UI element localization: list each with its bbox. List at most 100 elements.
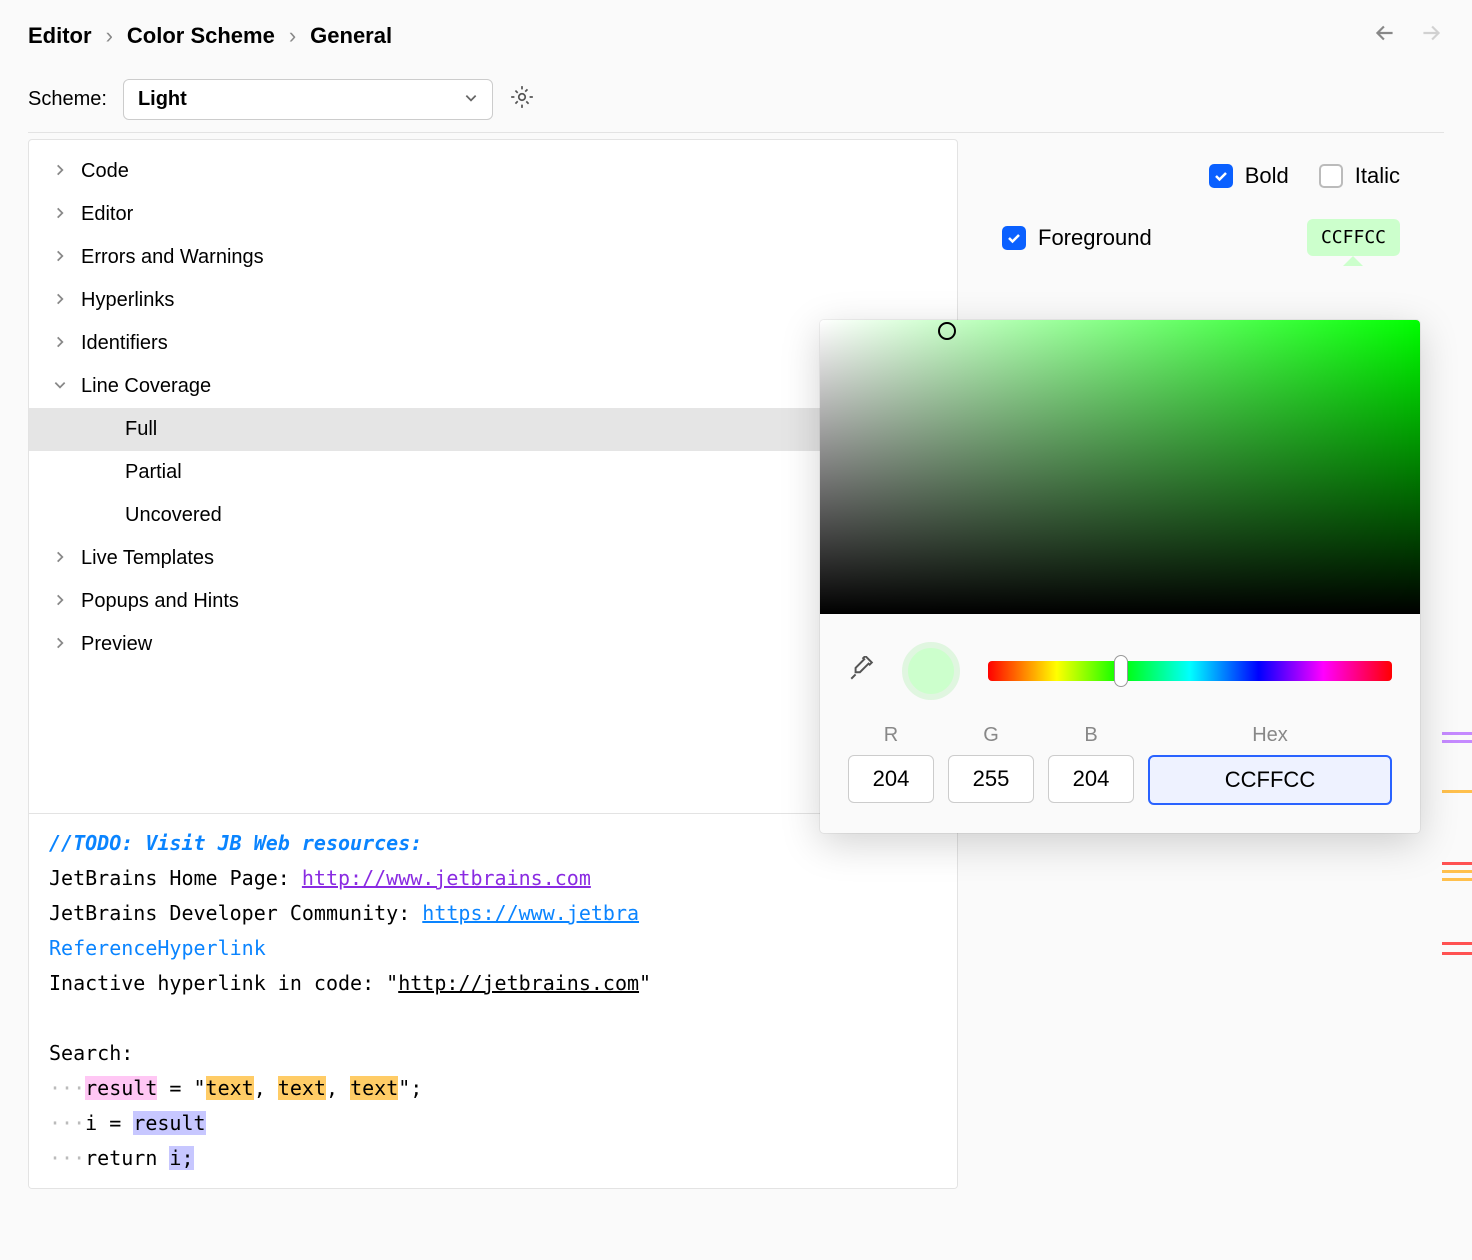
tree-label: Partial	[125, 461, 182, 484]
divider	[28, 132, 1444, 133]
tree-label: Live Templates	[81, 547, 214, 570]
color-picker: R G B Hex	[820, 320, 1420, 833]
preview-home-url[interactable]: http://www.jetbrains.com	[302, 866, 591, 890]
breadcrumb: Editor › Color Scheme › General	[28, 23, 392, 49]
r-field: R	[848, 724, 934, 805]
token-text: text	[350, 1076, 398, 1100]
g-field: G	[948, 724, 1034, 805]
gutter-mark[interactable]	[1442, 870, 1472, 873]
preview-dev-label: JetBrains Developer Community:	[49, 901, 422, 925]
hex-label: Hex	[1252, 724, 1288, 747]
preview-search-label: Search:	[49, 1041, 133, 1065]
saturation-value-area[interactable]	[820, 320, 1420, 614]
g-input[interactable]	[948, 755, 1034, 803]
r-label: R	[884, 724, 898, 747]
chevron-right-icon	[53, 633, 67, 656]
gutter-mark[interactable]	[1442, 952, 1472, 955]
foreground-checkbox[interactable]	[1002, 226, 1026, 250]
italic-checkbox[interactable]	[1319, 164, 1343, 188]
token-result: result	[133, 1111, 205, 1135]
forward-button[interactable]	[1418, 20, 1444, 51]
foreground-swatch[interactable]: CCFFCC	[1307, 219, 1400, 256]
tree-label: Popups and Hints	[81, 590, 239, 613]
chevron-right-icon	[53, 590, 67, 613]
hue-thumb[interactable]	[1114, 655, 1128, 687]
tree-label: Editor	[81, 203, 133, 226]
preview-inactive-close: "	[639, 971, 651, 995]
hex-field: Hex	[1148, 724, 1392, 805]
preview-panel: //TODO: Visit JB Web resources: JetBrain…	[29, 813, 957, 1188]
preview-reference-hyperlink[interactable]: ReferenceHyperlink	[49, 936, 266, 960]
gutter-mark[interactable]	[1442, 790, 1472, 793]
scheme-label: Scheme:	[28, 88, 107, 111]
font-style-row: Bold Italic	[1002, 163, 1400, 189]
gutter-mark[interactable]	[1442, 862, 1472, 865]
tree-hyperlinks[interactable]: Hyperlinks	[29, 279, 957, 322]
breadcrumb-sep: ›	[289, 23, 296, 49]
tree-errors[interactable]: Errors and Warnings	[29, 236, 957, 279]
color-preview-circle	[902, 642, 960, 700]
token-text: text	[278, 1076, 326, 1100]
preview-home-label: JetBrains Home Page:	[49, 866, 302, 890]
eyedropper-button[interactable]	[848, 656, 874, 687]
tree-code[interactable]: Code	[29, 150, 957, 193]
tree-lc-partial[interactable]: Partial	[29, 451, 957, 494]
preview-inactive-label: Inactive hyperlink in code: "	[49, 971, 398, 995]
foreground-checkbox-group[interactable]: Foreground	[1002, 225, 1152, 251]
gutter	[1458, 162, 1472, 1240]
tree: Code Editor Errors and Warnings Hyperlin…	[29, 140, 957, 813]
tree-lc-full[interactable]: Full	[29, 408, 957, 451]
chevron-right-icon	[53, 203, 67, 226]
tree-label: Uncovered	[125, 504, 222, 527]
foreground-row: Foreground CCFFCC	[1002, 219, 1400, 256]
gutter-mark[interactable]	[1442, 878, 1472, 881]
scheme-select[interactable]: Light	[123, 79, 493, 120]
breadcrumb-sep: ›	[106, 23, 113, 49]
preview-dev-url[interactable]: https://www.jetbra	[422, 901, 639, 925]
bold-checkbox[interactable]	[1209, 164, 1233, 188]
tree-label: Identifiers	[81, 332, 168, 355]
token-text: text	[206, 1076, 254, 1100]
bold-checkbox-group[interactable]: Bold	[1209, 163, 1289, 189]
chevron-down-icon	[464, 88, 478, 111]
token-i: i	[169, 1146, 181, 1170]
scheme-row: Scheme: Light	[28, 79, 1444, 120]
gutter-mark[interactable]	[1442, 942, 1472, 945]
picker-mid-row	[820, 614, 1420, 718]
tree-line-coverage[interactable]: Line Coverage	[29, 365, 957, 408]
scheme-gear-button[interactable]	[509, 84, 535, 115]
chevron-right-icon	[53, 246, 67, 269]
tree-label: Code	[81, 160, 129, 183]
b-input[interactable]	[1048, 755, 1134, 803]
tree-editor[interactable]: Editor	[29, 193, 957, 236]
breadcrumb-colorscheme[interactable]: Color Scheme	[127, 23, 275, 49]
back-button[interactable]	[1372, 20, 1398, 51]
breadcrumb-general[interactable]: General	[310, 23, 392, 49]
tree-identifiers[interactable]: Identifiers	[29, 322, 957, 365]
rgb-row: R G B Hex	[820, 718, 1420, 833]
hex-input[interactable]	[1148, 755, 1392, 805]
tree-popups[interactable]: Popups and Hints	[29, 580, 957, 623]
g-label: G	[983, 724, 999, 747]
italic-checkbox-group[interactable]: Italic	[1319, 163, 1400, 189]
header: Editor › Color Scheme › General	[28, 20, 1444, 51]
preview-todo: //TODO: Visit JB Web resources:	[49, 831, 422, 855]
scheme-value: Light	[138, 88, 187, 111]
tree-label: Errors and Warnings	[81, 246, 264, 269]
r-input[interactable]	[848, 755, 934, 803]
gutter-mark[interactable]	[1442, 732, 1472, 735]
preview-inactive-url: http://jetbrains.com	[398, 971, 639, 995]
chevron-right-icon	[53, 160, 67, 183]
nav-arrows	[1372, 20, 1444, 51]
tree-label: Line Coverage	[81, 375, 211, 398]
gutter-mark[interactable]	[1442, 740, 1472, 743]
chevron-right-icon	[53, 289, 67, 312]
italic-label: Italic	[1355, 163, 1400, 189]
tree-lc-uncovered[interactable]: Uncovered	[29, 494, 957, 537]
tree-preview[interactable]: Preview	[29, 623, 957, 666]
sv-cursor[interactable]	[938, 322, 956, 340]
hue-slider[interactable]	[988, 661, 1392, 681]
breadcrumb-editor[interactable]: Editor	[28, 23, 92, 49]
bold-label: Bold	[1245, 163, 1289, 189]
tree-live-templates[interactable]: Live Templates	[29, 537, 957, 580]
